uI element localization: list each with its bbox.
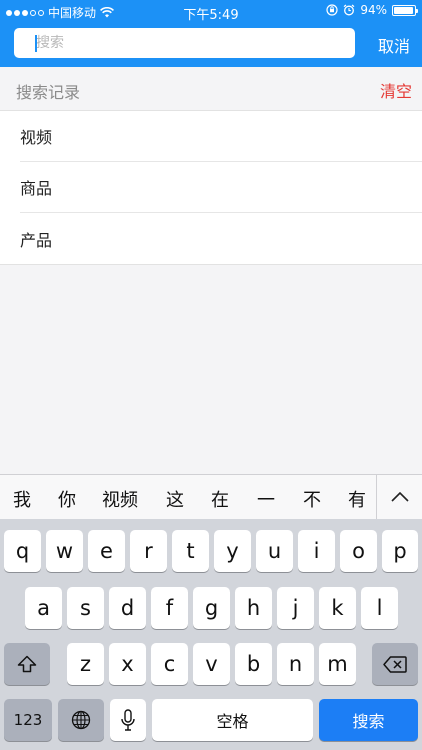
history-title: 搜索记录 <box>16 83 81 102</box>
key-y[interactable]: y <box>214 530 251 572</box>
clear-history-button[interactable]: 清空 <box>380 78 412 102</box>
key-z[interactable]: z <box>67 643 104 685</box>
key-u[interactable]: u <box>256 530 293 572</box>
history-list: 视频 商品 产品 <box>0 111 422 265</box>
key-f[interactable]: f <box>151 587 188 629</box>
globe-icon <box>71 710 91 730</box>
key-d[interactable]: d <box>109 587 146 629</box>
key-b[interactable]: b <box>235 643 272 685</box>
key-q[interactable]: q <box>4 530 41 572</box>
candidate-word[interactable]: 我 <box>13 486 31 512</box>
candidate-word[interactable]: 这 <box>166 486 184 512</box>
header-bar: 中国移动 下午5:49 94% 搜索 取消 <box>0 0 422 67</box>
shift-icon <box>17 655 37 673</box>
key-o[interactable]: o <box>340 530 377 572</box>
key-r[interactable]: r <box>130 530 167 572</box>
orientation-lock-icon <box>326 4 338 16</box>
history-header: 搜索记录 清空 <box>0 67 422 111</box>
alarm-icon <box>343 4 355 16</box>
delete-key[interactable] <box>372 643 418 685</box>
key-m[interactable]: m <box>319 643 356 685</box>
candidate-word[interactable]: 你 <box>58 486 76 512</box>
candidates-expand-button[interactable] <box>376 475 422 519</box>
numbers-key[interactable]: 123 <box>4 699 52 741</box>
microphone-icon <box>121 709 135 731</box>
search-key[interactable]: 搜索 <box>319 699 418 741</box>
battery-percent: 94% <box>360 3 387 17</box>
keyboard: q w e r t y u i o p a s d f g h j k l z … <box>0 519 422 750</box>
key-s[interactable]: s <box>67 587 104 629</box>
key-i[interactable]: i <box>298 530 335 572</box>
candidate-bar: 我 你 视频 这 在 一 不 有 <box>0 474 422 519</box>
battery-icon <box>392 4 418 16</box>
key-v[interactable]: v <box>193 643 230 685</box>
search-box[interactable] <box>14 28 355 58</box>
key-h[interactable]: h <box>235 587 272 629</box>
key-w[interactable]: w <box>46 530 83 572</box>
shift-key[interactable] <box>4 643 50 685</box>
history-item[interactable]: 视频 <box>20 111 422 162</box>
key-n[interactable]: n <box>277 643 314 685</box>
space-key[interactable]: 空格 <box>152 699 313 741</box>
backspace-icon <box>383 655 407 673</box>
key-p[interactable]: p <box>382 530 418 572</box>
candidate-word[interactable]: 有 <box>348 486 366 512</box>
chevron-up-icon <box>390 492 409 502</box>
candidate-word[interactable]: 视频 <box>102 486 138 512</box>
candidate-word[interactable]: 在 <box>211 486 229 512</box>
text-cursor <box>35 35 37 52</box>
key-g[interactable]: g <box>193 587 230 629</box>
candidate-word[interactable]: 一 <box>257 486 275 512</box>
battery-fill <box>394 6 413 14</box>
status-bar: 中国移动 下午5:49 94% <box>0 0 422 23</box>
dictation-key[interactable] <box>110 699 146 741</box>
globe-key[interactable] <box>58 699 104 741</box>
cancel-button[interactable]: 取消 <box>378 33 410 57</box>
candidate-word[interactable]: 不 <box>303 486 321 512</box>
history-item[interactable]: 商品 <box>20 162 422 213</box>
key-l[interactable]: l <box>361 587 398 629</box>
key-j[interactable]: j <box>277 587 314 629</box>
key-e[interactable]: e <box>88 530 125 572</box>
history-item[interactable]: 产品 <box>20 213 422 264</box>
key-a[interactable]: a <box>25 587 62 629</box>
search-input[interactable] <box>14 28 355 58</box>
key-x[interactable]: x <box>109 643 146 685</box>
key-k[interactable]: k <box>319 587 356 629</box>
key-t[interactable]: t <box>172 530 209 572</box>
key-c[interactable]: c <box>151 643 188 685</box>
